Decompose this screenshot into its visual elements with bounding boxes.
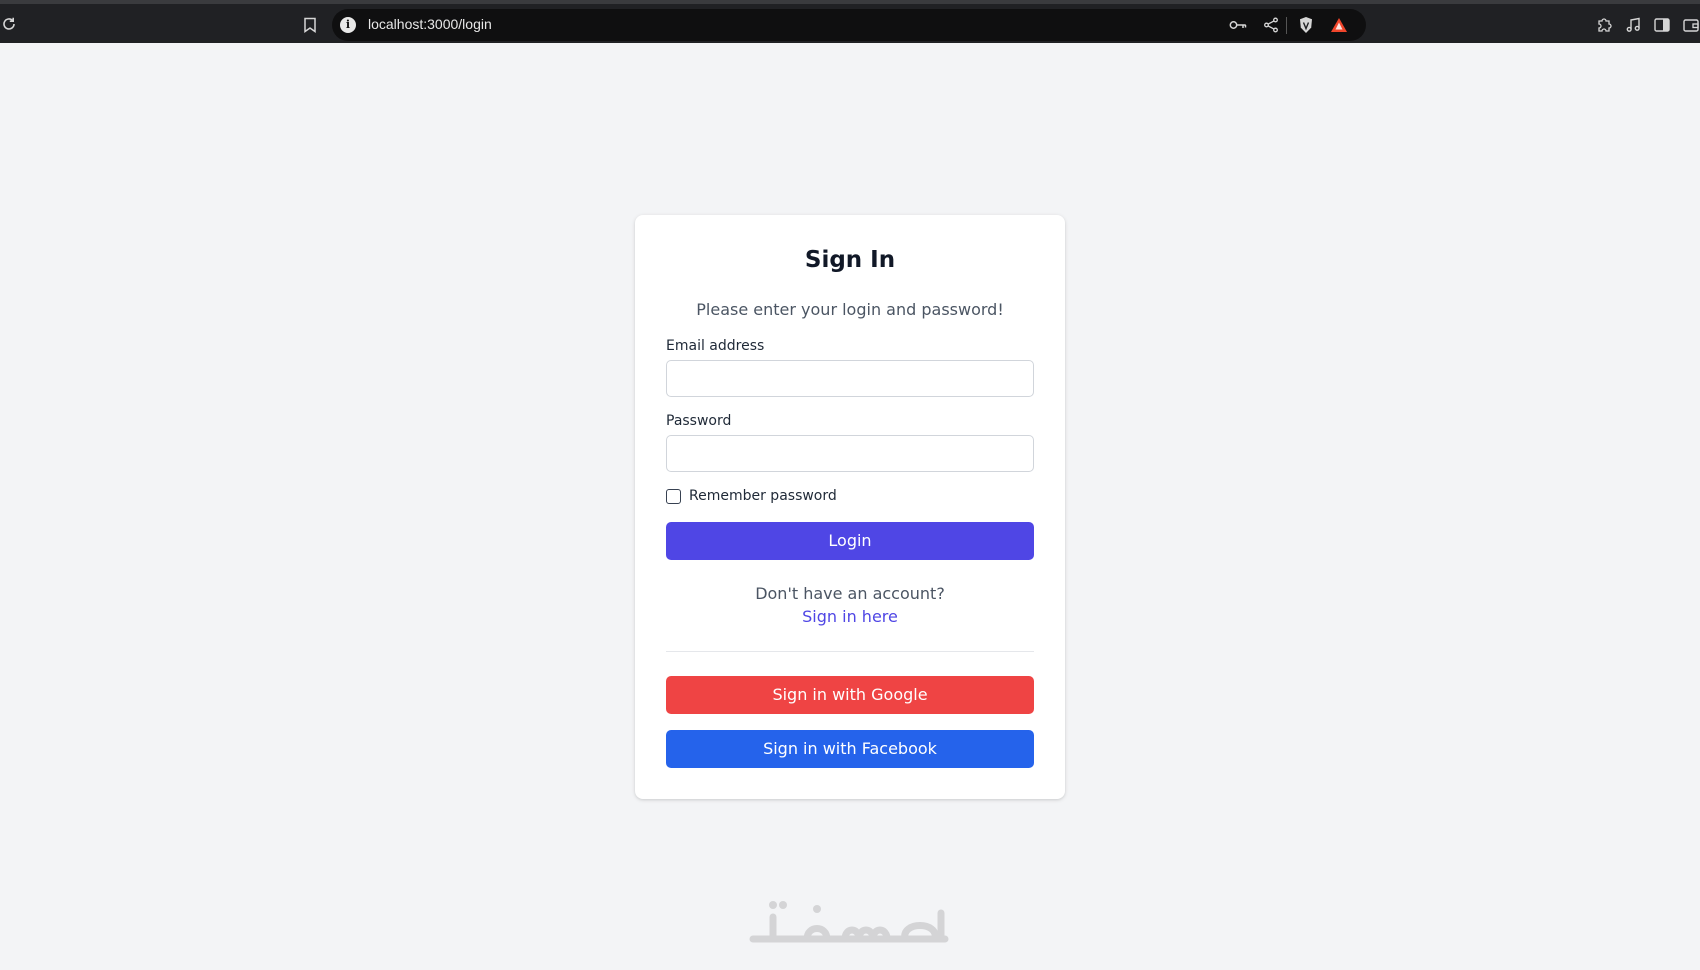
facebook-sign-in-button[interactable]: Sign in with Facebook (666, 730, 1034, 768)
site-info-icon[interactable]: i (340, 17, 356, 33)
password-field[interactable] (666, 435, 1034, 472)
sign-up-link[interactable]: Sign in here (635, 607, 1065, 626)
extensions-icon[interactable] (1594, 15, 1614, 35)
no-account-text: Don't have an account? (755, 584, 945, 603)
page-title: Sign In (804, 247, 896, 273)
google-sign-in-button[interactable]: Sign in with Google (666, 676, 1034, 714)
key-icon[interactable] (1228, 15, 1248, 35)
url-text[interactable]: localhost:3000/login (368, 16, 492, 32)
toolbar-divider (1286, 17, 1287, 34)
email-field[interactable] (666, 360, 1034, 397)
login-button[interactable]: Login (666, 522, 1034, 560)
sidebar-toggle-icon[interactable] (1652, 15, 1672, 35)
bookmark-icon[interactable] (300, 15, 320, 35)
email-label: Email address (666, 338, 765, 354)
khamsat-watermark-logo (740, 890, 960, 960)
password-label: Password (666, 413, 732, 429)
wallet-icon[interactable] (1681, 15, 1700, 35)
login-card: Sign In Please enter your login and pass… (635, 215, 1065, 799)
browser-toolbar: i localhost:3000/login (0, 0, 1700, 43)
remember-password-checkbox[interactable] (666, 489, 681, 504)
divider (666, 651, 1034, 652)
remember-password-label[interactable]: Remember password (689, 488, 837, 504)
login-subtitle: Please enter your login and password! (696, 300, 1004, 319)
media-icon[interactable] (1623, 15, 1643, 35)
reload-icon[interactable] (0, 14, 18, 34)
share-icon[interactable] (1262, 15, 1280, 35)
brave-shield-icon[interactable] (1297, 14, 1315, 36)
brave-rewards-icon[interactable] (1329, 15, 1349, 35)
